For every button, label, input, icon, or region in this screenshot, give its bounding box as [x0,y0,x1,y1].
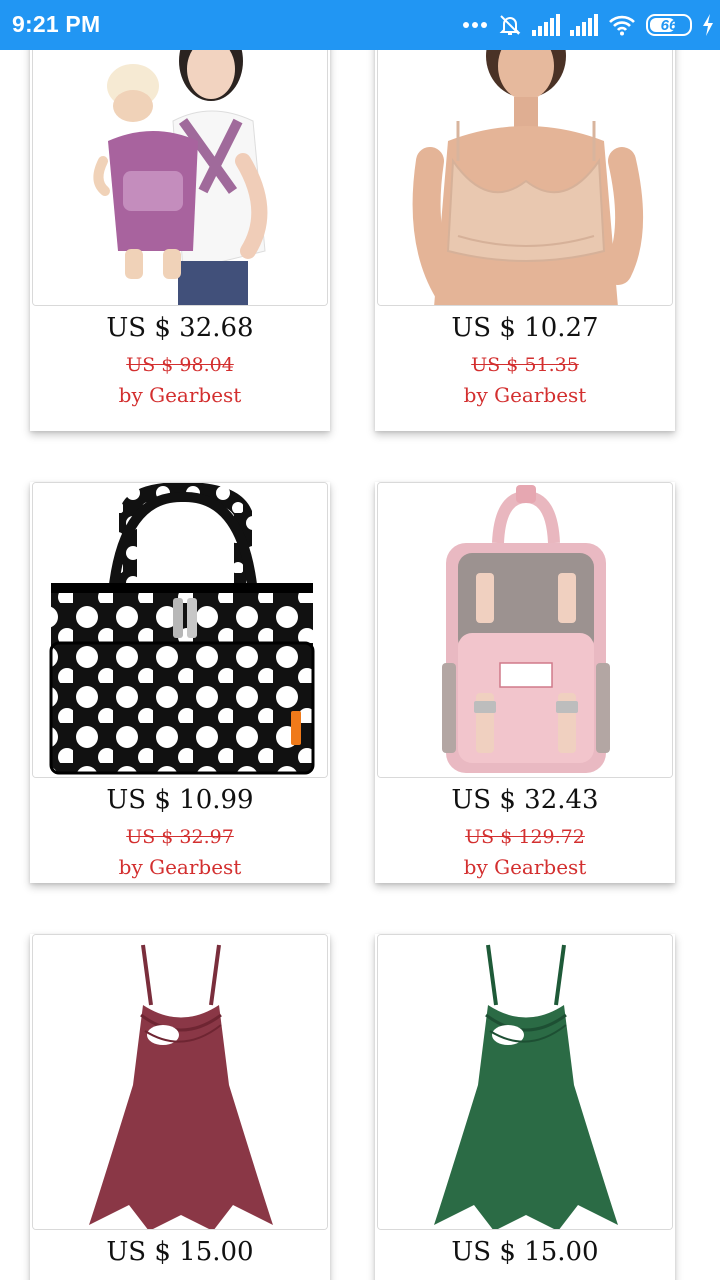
product-seller: by Gearbest [118,383,242,407]
product-price: US $ 15.00 [451,1237,599,1267]
status-time: 9:21 PM [12,11,101,37]
product-price: US $ 10.27 [451,313,599,343]
green-nursing-top-product-image [378,935,672,1229]
product-card[interactable]: US $ 15.00 [30,934,330,1280]
product-image-frame[interactable] [377,50,673,306]
product-original-price: US $ 51.35 [471,354,579,376]
battery-level: 66 [660,16,678,34]
polka-dot-bag-product-image [33,483,327,777]
wifi-icon [609,15,635,36]
product-grid: US $ 32.68 US $ 98.04 by Gearbest US $ 1… [0,50,720,1280]
product-seller: by Gearbest [463,855,587,879]
product-price: US $ 32.43 [451,785,599,815]
alarm-off-icon [499,15,521,35]
product-card[interactable]: US $ 15.00 [375,934,675,1280]
product-image-frame[interactable] [32,50,328,306]
status-icons: 66 [462,12,714,38]
more-dots-icon [463,22,487,28]
pink-backpack-product-image [378,483,672,777]
product-seller: by Gearbest [463,383,587,407]
product-price: US $ 32.68 [106,313,254,343]
status-bar: 9:21 PM 66 [0,0,720,50]
product-original-price: US $ 129.72 [465,826,585,848]
product-price: US $ 10.99 [106,785,254,815]
charging-bolt-icon [703,14,713,36]
product-image-frame[interactable] [32,934,328,1230]
product-price: US $ 15.00 [106,1237,254,1267]
product-card[interactable]: US $ 32.43 US $ 129.72 by Gearbest [375,482,675,883]
product-original-price: US $ 32.97 [126,826,234,848]
battery-icon: 66 [646,14,692,36]
product-seller: by Gearbest [118,855,242,879]
signal-icon [532,14,560,36]
baby-carrier-product-image [33,50,327,305]
product-card[interactable]: US $ 10.27 US $ 51.35 by Gearbest [375,50,675,431]
nursing-bra-product-image [378,50,672,305]
product-image-frame[interactable] [377,482,673,778]
product-card[interactable]: US $ 32.68 US $ 98.04 by Gearbest [30,50,330,431]
product-card[interactable]: US $ 10.99 US $ 32.97 by Gearbest [30,482,330,883]
signal-icon [570,14,598,36]
product-image-frame[interactable] [377,934,673,1230]
product-image-frame[interactable] [32,482,328,778]
product-original-price: US $ 98.04 [126,354,234,376]
maroon-nursing-top-product-image [33,935,327,1229]
